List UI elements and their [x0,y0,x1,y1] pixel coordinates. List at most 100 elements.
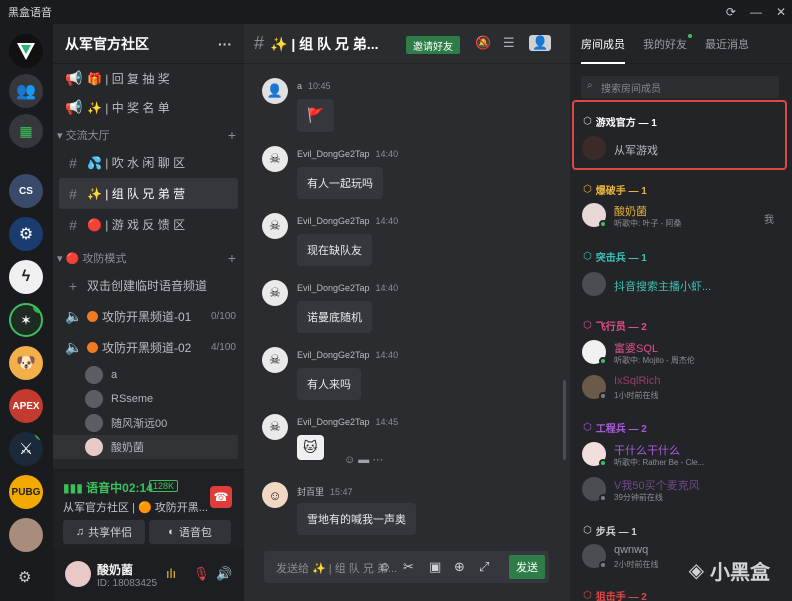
avatar[interactable]: ☠ [262,347,288,373]
voice-channel-01[interactable]: 🔈 攻防开黑频道-01 0/100 [53,301,244,332]
menu-icon[interactable]: ☰ [503,35,515,51]
refresh-icon[interactable]: ⟳ [726,5,736,19]
app-window: 黑盒语音 ⟳ — ✕ 👥 ▦ CS ⚙ ϟ ✶ ◀ 🐶 APEX ⚔ ◀ PUBG … [0,0,792,601]
mic-muted-icon[interactable]: 🎙 [193,566,210,582]
send-button[interactable]: 发送 [509,555,545,579]
hash-icon: # [69,185,77,202]
message-input[interactable]: 发送给 ✨ | 组 队 兄 弟... ☺ ✂ ▣ ⊕ ⤢ 发送 [264,551,549,583]
chat-panel: # ✨ | 组 队 兄 弟... 邀请好友 🔕 ☰ 👤 👤 a 10:45 🚩 ☠… [244,24,570,601]
avatar [85,390,103,408]
channel-winners[interactable]: 📢 ✨ | 中 奖 名 单 [53,92,244,123]
avatar [85,438,103,456]
tools-icon[interactable]: ✂ [403,559,414,575]
heybox-logo-icon[interactable] [9,34,43,68]
member-tabs: 房间成员 我的好友 最近消息 [570,24,792,64]
server-rail: 👥 ▦ CS ⚙ ϟ ✶ ◀ 🐶 APEX ⚔ ◀ PUBG ⚙ [0,24,53,601]
server-cs[interactable]: CS [9,174,43,208]
game-lobby-icon[interactable]: ▦ [9,114,43,148]
voice-status: ▮▮▮ 语音中02:14 [63,481,153,495]
member-item[interactable]: 干什么干什么 听歌中: Rather Be - Cle... [582,440,782,470]
message-content: 有人一起玩吗 [297,167,383,199]
member-item[interactable]: IxSqlRich 1小时前在线 [582,373,782,403]
server-apex[interactable]: APEX [9,389,43,423]
add-icon[interactable]: + [228,250,236,266]
invite-friends-button[interactable]: 邀请好友 [406,36,460,54]
reaction-icons[interactable]: ☺ ▬ ··· [344,454,383,466]
role-group-header: ⬡ 飞行员 — 2 [583,320,647,333]
server-pubg[interactable]: PUBG [9,475,43,509]
minimize-icon[interactable]: — [750,5,762,19]
shield-icon: ⬡ [583,422,592,433]
search-icon: ⌕ [587,80,593,91]
members-icon[interactable]: 👤 [529,35,552,51]
member-search-input[interactable]: ⌕ 搜索房间成员 [581,76,779,98]
message-list: 👤 a 10:45 🚩 ☠ Evil_DongGe2Tap 14:40 有人一起玩吗… [244,64,570,544]
category-attack[interactable]: ▾ 🔴 攻防模式 + [53,246,244,270]
image-icon[interactable]: ▣ [429,559,441,575]
avatar [85,366,103,384]
category-hall[interactable]: ▾ 交流大厅 + [53,123,244,147]
member-item[interactable]: V我50买个麦克风 39分钟前在线 [582,475,782,505]
friends-icon[interactable]: 👥 [9,74,43,108]
tab-my-friends[interactable]: 我的好友 [643,33,692,52]
channel-lottery[interactable]: 📢 🎁 | 回 复 抽 奖 [53,64,244,92]
member-item[interactable]: 从军游戏 [582,134,782,164]
tab-recent-messages[interactable]: 最近消息 [705,36,749,52]
channel-team[interactable]: # ✨ | 组 队 兄 弟 营 [59,178,238,209]
server-lightning[interactable]: ϟ [9,260,43,294]
server-header[interactable]: 从军官方社区 ··· [53,24,244,64]
server-title: 从军官方社区 [65,35,149,52]
avatar[interactable]: ☠ [262,280,288,306]
create-temp-channel[interactable]: + 双击创建临时语音频道 [53,270,244,301]
voice-member[interactable]: a [53,363,244,387]
avatar[interactable]: ☠ [262,213,288,239]
avatar[interactable]: ☠ [262,414,288,440]
hash-icon: # [69,216,77,233]
hangup-button[interactable]: ☎ [210,486,232,508]
voice-pack-button[interactable]: ◐ 语音包 [149,520,231,544]
voice-member[interactable]: RSseme [53,387,244,411]
member-item[interactable]: 酸奶菌 听歌中: 叶子 - 阿桑 我 [582,201,782,231]
voice-pack-icon: ◐ [168,526,175,538]
voice-activity-icon[interactable]: ılı [166,566,176,581]
avatar[interactable] [65,561,91,587]
mute-notification-icon[interactable]: 🔕 [475,35,491,51]
member-item[interactable]: 抖音搜索主播小虾... [582,270,782,300]
speaker-icon[interactable]: 🔊 [216,566,232,582]
avatar[interactable]: 👤 [262,78,288,104]
server-congjun[interactable]: ✶ ◀ [9,303,43,337]
role-group-header: ⬡ 游戏官方 — 1 [583,116,657,129]
channel-name: ✨ | 组 队 兄 弟... [270,35,379,52]
role-group-header: ⬡ 爆破手 — 1 [583,184,647,197]
add-icon[interactable]: + [228,127,236,143]
more-icon[interactable]: ··· [218,36,232,52]
voice-member[interactable]: 随风渐远00 [53,411,244,435]
shield-icon: ⬡ [583,590,592,601]
server-portrait[interactable] [9,518,43,552]
share-button[interactable]: ♫ 共享伴侣 [63,520,145,544]
chat-scrollbar[interactable] [563,380,566,460]
close-icon[interactable]: ✕ [776,5,786,19]
voice-channel-02[interactable]: 🔈 攻防开黑频道-02 4/100 [53,332,244,363]
tab-room-members[interactable]: 房间成员 [581,36,625,64]
avatar[interactable]: ☠ [262,146,288,172]
role-group-header: ⬡ 工程兵 — 2 [583,422,647,435]
channel-feedback[interactable]: # 🔴 | 游 戏 反 馈 区 [53,209,244,240]
add-icon[interactable]: ⊕ [454,559,465,575]
settings-gear-icon[interactable]: ⚙ [18,568,31,586]
server-destiny[interactable]: ⚔ ◀ [9,432,43,466]
message-content: 🚩 [297,99,335,132]
channel-chat[interactable]: # 💦 | 吹 水 闲 聊 区 [53,147,244,178]
server-steam[interactable]: ⚙ [9,217,43,251]
server-doge[interactable]: 🐶 [9,346,43,380]
voice-member[interactable]: 酸奶菌 [53,435,238,459]
title-bar: 黑盒语音 ⟳ — ✕ [0,0,792,24]
expand-icon[interactable]: ⤢ [479,559,489,575]
shield-icon: ⬡ [583,525,592,536]
plus-icon: + [68,277,78,294]
emoji-icon[interactable]: ☺ [378,559,391,574]
avatar[interactable]: ☺ [262,482,288,508]
role-group-header: ⬡ 突击兵 — 1 [583,251,647,264]
message-content: 诺曼底随机 [297,301,372,333]
member-item[interactable]: 富婆SQL 听歌中: Mojito - 周杰伦 [582,338,782,368]
